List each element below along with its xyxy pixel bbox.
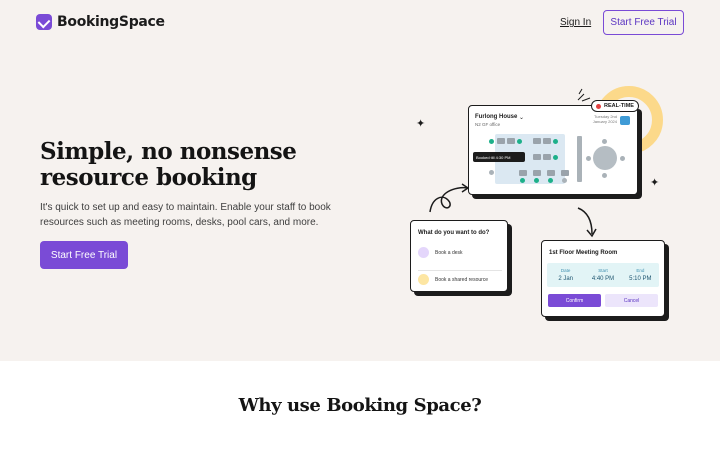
book-desk-option[interactable]: Book a desk — [418, 247, 463, 258]
desk[interactable] — [547, 170, 555, 176]
chooser-title: What do you want to do? — [418, 230, 490, 236]
site-header: BookingSpace Sign In Start Free Trial — [0, 0, 720, 46]
header-start-trial-button[interactable]: Start Free Trial — [603, 10, 684, 35]
book-resource-label: Book a shared resource — [435, 276, 489, 283]
live-dot-icon — [596, 103, 601, 109]
desk[interactable] — [519, 170, 527, 176]
booking-details: Date 2 Jan Start 4:40 PM End 5:10 PM — [547, 263, 659, 287]
office-name: Furlong House — [475, 114, 518, 120]
hero-title-line: resource booking — [40, 164, 257, 191]
desk[interactable] — [543, 154, 551, 160]
meeting-seat — [586, 156, 591, 161]
down-arrow-icon — [577, 207, 597, 238]
logo-check-icon — [36, 14, 52, 30]
desk[interactable] — [533, 154, 541, 160]
hero-start-trial-button[interactable]: Start Free Trial — [40, 241, 128, 269]
chevron-down-icon[interactable]: ⌄ — [519, 114, 524, 121]
available-seat[interactable] — [520, 178, 525, 183]
date-column[interactable]: Date 2 Jan — [547, 263, 584, 287]
start-column[interactable]: Start 4:40 PM — [584, 263, 621, 287]
confirm-button[interactable]: Confirm — [548, 294, 601, 307]
available-seat[interactable] — [489, 139, 494, 144]
desk[interactable] — [507, 138, 515, 144]
meeting-room-title: 1st Floor Meeting Room — [549, 250, 618, 256]
available-seat[interactable] — [517, 139, 522, 144]
divider — [418, 270, 502, 271]
sparkle-icon: ✦ — [650, 177, 660, 189]
meeting-seat — [602, 139, 607, 144]
book-resource-option[interactable]: Book a shared resource — [418, 274, 488, 285]
realtime-label: REAL-TIME — [604, 103, 634, 109]
brand-name: BookingSpace — [57, 14, 165, 30]
curved-arrow-icon — [429, 183, 470, 213]
sparkle-icon: ✦ — [416, 118, 426, 130]
partition-wall — [577, 136, 582, 182]
end-column[interactable]: End 5:10 PM — [622, 263, 659, 287]
occupied-seat — [489, 170, 494, 175]
end-label: End — [636, 268, 645, 273]
start-label: Start — [598, 268, 608, 273]
desk[interactable] — [543, 138, 551, 144]
office-subtitle: N2 GF office — [475, 122, 501, 127]
burst-lines-icon — [577, 88, 591, 102]
hero-title-line: Simple, no nonsense — [40, 138, 297, 165]
desk[interactable] — [561, 170, 569, 176]
meeting-seat — [602, 173, 607, 178]
floor-plan-card: Furlong House ⌄ N2 GF office Tuesday 2nd… — [468, 100, 639, 195]
occupied-seat — [562, 178, 567, 183]
available-seat[interactable] — [548, 178, 553, 183]
resource-icon — [418, 274, 429, 285]
hero-title: Simple, no nonsense resource booking — [40, 139, 340, 191]
booked-tooltip: Booked till 4:30 PM — [473, 152, 525, 162]
hero-subtitle: It's quick to set up and easy to maintai… — [40, 200, 340, 230]
available-seat[interactable] — [534, 178, 539, 183]
meeting-seat — [620, 156, 625, 161]
end-value: 5:10 PM — [629, 276, 652, 282]
floor-date: Tuesday 2nd January 2024 — [587, 114, 617, 124]
cancel-button[interactable]: Cancel — [605, 294, 658, 307]
meeting-table[interactable] — [593, 146, 617, 170]
realtime-badge: REAL-TIME — [591, 100, 639, 112]
hero-subtitle-line: It's quick to set up and easy to maintai… — [40, 202, 331, 213]
sign-in-link[interactable]: Sign In — [560, 17, 591, 28]
start-value: 4:40 PM — [591, 276, 615, 282]
available-seat[interactable] — [553, 155, 558, 160]
desk[interactable] — [497, 138, 505, 144]
why-section-title: Why use Booking Space? — [238, 395, 482, 416]
meeting-booking-card: 1st Floor Meeting Room Date 2 Jan Start … — [541, 240, 665, 317]
book-desk-label: Book a desk — [435, 249, 463, 256]
desk[interactable] — [533, 170, 541, 176]
date-value: 2 Jan — [558, 276, 573, 282]
action-chooser-card: What do you want to do? Book a desk Book… — [410, 220, 508, 292]
date-label: Date — [560, 268, 571, 273]
calendar-icon[interactable] — [620, 116, 630, 125]
brand-logo[interactable]: BookingSpace — [36, 14, 165, 30]
available-seat[interactable] — [553, 139, 558, 144]
floor-date-line: January 2024 — [592, 119, 617, 124]
desk-icon — [418, 247, 429, 258]
hero-illustration: ✦ ✦ Furlong House ⌄ N2 GF office Tuesday… — [410, 80, 680, 330]
desk[interactable] — [533, 138, 541, 144]
hero-subtitle-line: resources such as meeting rooms, desks, … — [40, 217, 319, 228]
